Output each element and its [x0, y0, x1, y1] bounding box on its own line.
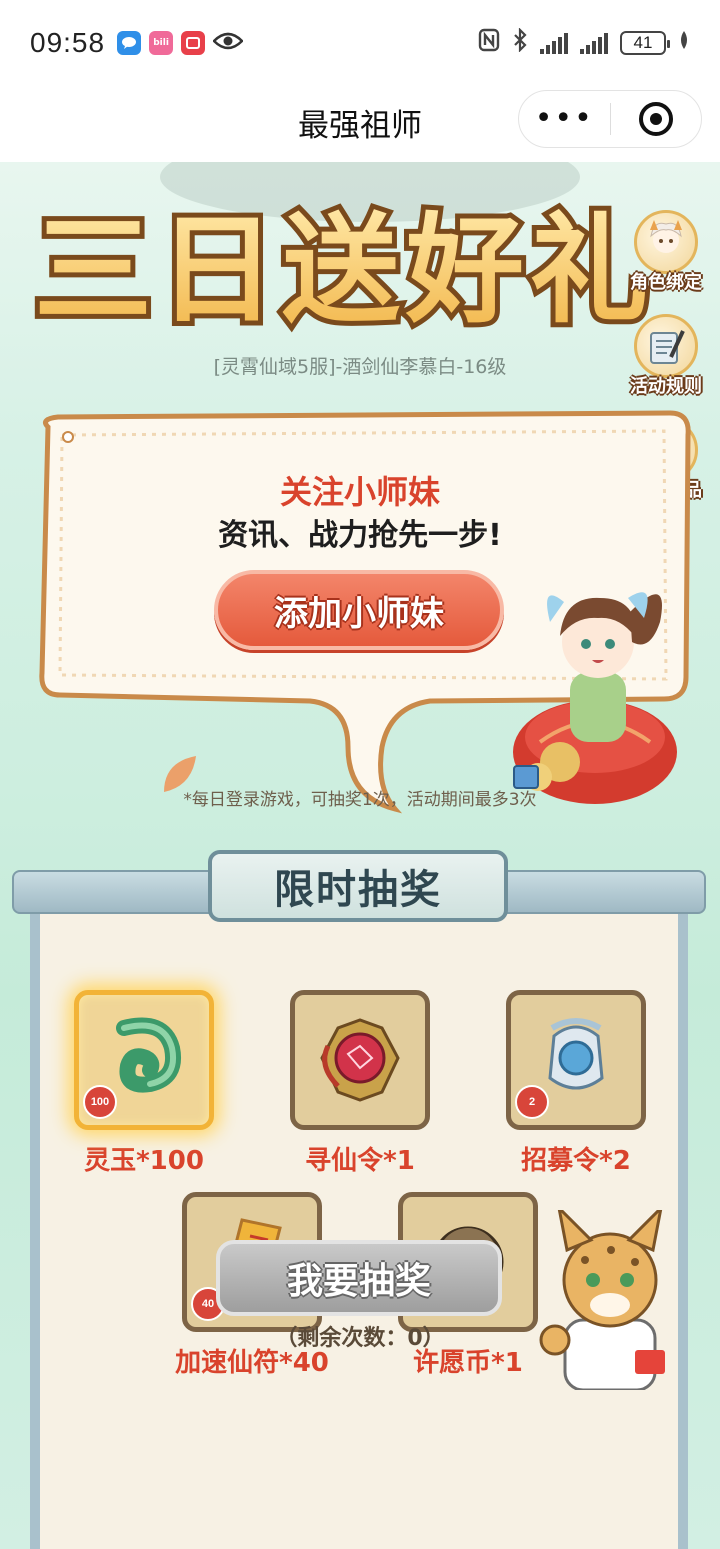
- bluetooth-icon: [512, 27, 528, 58]
- eye-icon: [212, 31, 244, 55]
- follow-subtitle: 资讯、战力抢先一步!: [218, 518, 502, 553]
- prize-label: 寻仙令*1: [305, 1146, 415, 1176]
- status-time: 09:58: [30, 27, 106, 58]
- prize-count-badge: 2: [515, 1085, 549, 1119]
- status-bar: 09:58 bili 41: [0, 0, 720, 86]
- lottery-note: *每日登录游戏，可抽奖1次，活动期间最多3次: [183, 790, 537, 810]
- leaf-saver-icon: [678, 30, 690, 56]
- event-banner-title: 三日送好礼: [34, 196, 654, 344]
- message-app-icon: [117, 31, 142, 55]
- prize-label: 灵玉*100: [84, 1146, 204, 1176]
- lottery-panel: 限时抽奖: [12, 850, 706, 1549]
- prize-box: [290, 990, 430, 1130]
- bilibili-app-icon: bili: [149, 31, 174, 55]
- close-mini-program-button[interactable]: [611, 102, 702, 136]
- signal-strength-1-icon: [540, 32, 568, 54]
- scroll-brush-icon: [634, 314, 698, 378]
- status-app-icons: bili: [117, 31, 244, 55]
- role-binding-button[interactable]: 角色绑定: [622, 210, 710, 306]
- role-info-text: [灵霄仙域5服]-酒剑仙李慕白-16级: [213, 356, 507, 378]
- signal-strength-2-icon: [580, 32, 608, 54]
- red-app-icon: [181, 31, 206, 55]
- prize-item[interactable]: 100 灵玉*100: [74, 990, 214, 1177]
- follow-title: 关注小师妹: [279, 473, 440, 511]
- lottery-title: 限时抽奖: [208, 850, 508, 922]
- nfc-icon: [478, 28, 500, 58]
- junior-sister-illustration: [513, 592, 677, 804]
- add-junior-sister-button[interactable]: 添加小师妹: [214, 570, 504, 650]
- prize-box-highlighted: 100: [74, 990, 214, 1130]
- capsule-menu: •••: [518, 90, 702, 148]
- activity-rules-button[interactable]: 活动规则: [622, 314, 710, 410]
- battery-indicator: 41: [620, 31, 670, 55]
- activity-rules-label: 活动规则: [630, 376, 702, 397]
- prize-item[interactable]: 2 招募令*2: [506, 990, 646, 1177]
- character-avatar-icon: [634, 210, 698, 274]
- draw-lottery-button[interactable]: 我要抽奖: [216, 1240, 502, 1316]
- status-indicators: 41: [478, 27, 690, 58]
- prize-box: 2: [506, 990, 646, 1130]
- prize-label: 招募令*2: [521, 1146, 631, 1176]
- red-orb-emblem-icon: [308, 1006, 412, 1114]
- more-button[interactable]: •••: [519, 90, 610, 148]
- banner-title-text: 三日送好礼: [34, 201, 654, 339]
- role-binding-label: 角色绑定: [630, 272, 702, 293]
- lynx-mascot-illustration: [539, 1210, 665, 1390]
- prize-count-badge: 100: [83, 1085, 117, 1119]
- mini-program-title-bar: 最强祖师 •••: [0, 86, 720, 162]
- target-icon: [638, 102, 673, 136]
- prize-item[interactable]: 寻仙令*1: [290, 990, 430, 1177]
